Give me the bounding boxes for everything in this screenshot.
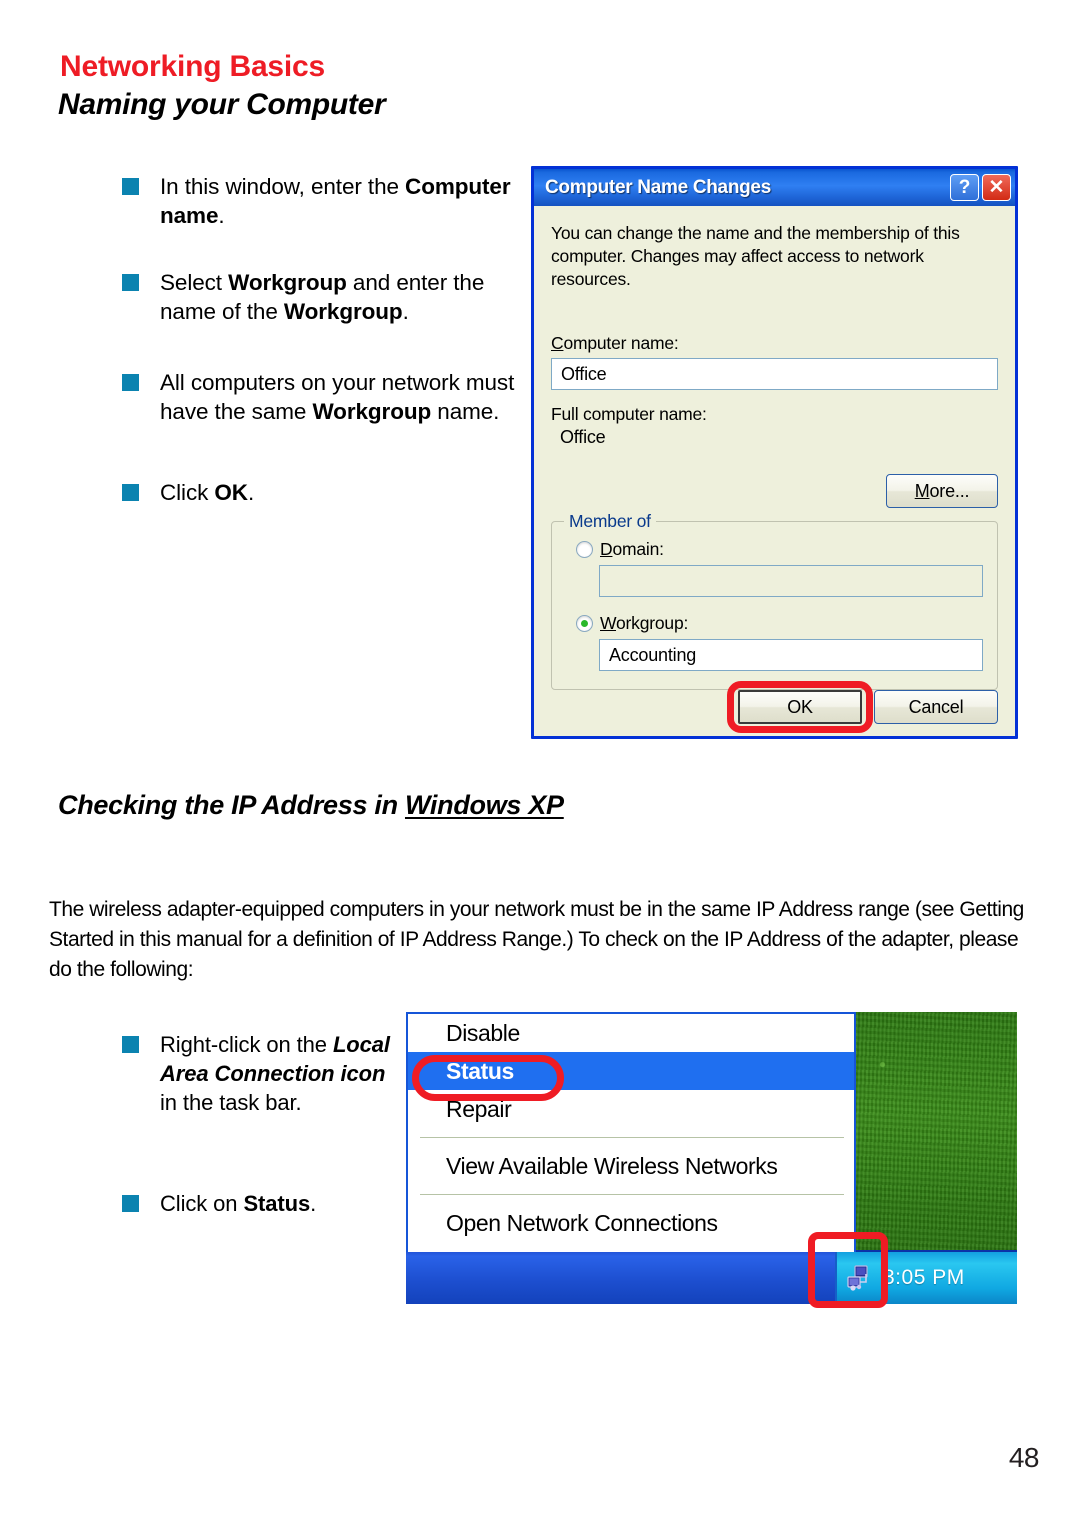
bullet-1-prefix: In this window, enter the (160, 174, 406, 199)
list-item-text: Click OK. (160, 478, 254, 507)
bbullet-1-suffix: in the task bar. (160, 1090, 302, 1115)
section2-paragraph: The wireless adapter-equipped computers … (49, 898, 1024, 981)
workgroup-field-wrap: Accounting (599, 639, 983, 671)
dialog-title: Computer Name Changes (545, 176, 771, 198)
section2-heading: Checking the IP Address in Windows XP (58, 790, 564, 821)
bullet-4-suffix: . (247, 480, 255, 505)
list-item-text: In this window, enter the Computer name. (160, 172, 522, 230)
dialog-body: You can change the name and the membersh… (534, 206, 1015, 736)
bullet-4-bold: OK (214, 480, 248, 505)
menu-item-disable[interactable]: Disable (408, 1014, 854, 1052)
page-number: 48 (1008, 1442, 1040, 1473)
workgroup-radio-row[interactable]: Workgroup: (576, 613, 983, 634)
bullet-square-icon (122, 274, 139, 291)
list-item: Right-click on the Local Area Connection… (122, 1030, 392, 1117)
full-computer-name-value: Office (560, 427, 606, 447)
manual-page: Networking Basics Naming your Computer I… (0, 0, 1080, 1529)
cancel-button[interactable]: Cancel (874, 690, 998, 724)
domain-radio-row[interactable]: Domain: (576, 539, 983, 560)
close-icon[interactable]: ✕ (982, 174, 1011, 201)
section2-heading-plain: Checking the IP Address in (58, 790, 405, 820)
instruction-list-top: In this window, enter the Computer name.… (122, 172, 522, 507)
titlebar-buttons: ? ✕ (950, 174, 1011, 201)
more-button-rest: ore... (929, 480, 970, 501)
list-item-text: Right-click on the Local Area Connection… (160, 1030, 392, 1117)
workgroup-label: Workgroup: (600, 613, 689, 633)
member-of-legend: Member of (564, 511, 656, 532)
bbullet-2-suffix: . (310, 1191, 317, 1216)
list-item-text: Click on Status. (160, 1189, 316, 1218)
computer-name-label: Computer name: (551, 333, 679, 353)
bullet-square-icon (122, 1195, 139, 1212)
bullet-3-bold: Workgroup (312, 399, 432, 424)
list-item: Select Workgroup and enter the name of t… (122, 268, 522, 326)
more-button[interactable]: More... (886, 474, 998, 508)
list-item-text: Select Workgroup and enter the name of t… (160, 268, 522, 326)
bullet-2-suffix: . (402, 299, 409, 324)
workgroup-label-rest: orkgroup: (616, 613, 689, 633)
domain-label-rest: omain: (612, 539, 664, 559)
bullet-square-icon (122, 178, 139, 195)
domain-label: Domain: (600, 539, 664, 559)
bullet-4-prefix: Click (160, 480, 215, 505)
section2-heading-underlined: Windows XP (404, 790, 564, 820)
bullet-square-icon (122, 374, 139, 391)
bbullet-2-bold: Status (243, 1191, 311, 1216)
bullet-1-suffix: . (218, 203, 225, 228)
menu-separator (420, 1137, 844, 1138)
bullet-2-prefix: Select (160, 270, 229, 295)
more-button-row: More... (551, 474, 998, 508)
bullet-3-suffix: name. (431, 399, 500, 424)
list-item: Click OK. (122, 478, 522, 507)
bbullet-1-prefix: Right-click on the (160, 1032, 333, 1057)
section-title: Networking Basics (60, 50, 326, 83)
domain-radio-button[interactable] (576, 541, 593, 558)
workgroup-input[interactable]: Accounting (599, 639, 983, 671)
list-item: In this window, enter the Computer name. (122, 172, 522, 230)
domain-input[interactable] (599, 565, 983, 597)
windows-taskbar: 3:05 PM (406, 1250, 1017, 1304)
bullet-square-icon (122, 1036, 139, 1053)
list-item: Click on Status. (122, 1189, 392, 1218)
dialog-description: You can change the name and the membersh… (551, 223, 960, 289)
computer-name-input[interactable]: Office (551, 358, 998, 390)
ok-button[interactable]: OK (738, 690, 862, 724)
bullet-2-bold: Workgroup (228, 270, 347, 295)
menu-item-view-available-wireless-networks[interactable]: View Available Wireless Networks (408, 1147, 854, 1185)
tray-icon-highlight-annotation (808, 1232, 888, 1308)
list-item-text: All computers on your network must have … (160, 368, 522, 426)
network-context-menu: Disable Status Repair View Available Wir… (406, 1012, 856, 1252)
status-highlight-annotation (412, 1055, 564, 1101)
computer-name-changes-dialog: Computer Name Changes ? ✕ You can change… (531, 166, 1018, 739)
list-item: All computers on your network must have … (122, 368, 522, 426)
page-title: Naming your Computer (58, 88, 386, 121)
full-computer-name-label: Full computer name: (551, 404, 707, 424)
dialog-titlebar: Computer Name Changes ? ✕ (534, 169, 1015, 206)
help-icon[interactable]: ? (950, 174, 979, 201)
taskbar-clock[interactable]: 3:05 PM (883, 1266, 965, 1290)
bullet-2-bold2: Workgroup (283, 299, 403, 324)
computer-name-label-rest: omputer name: (563, 333, 679, 353)
bullet-square-icon (122, 484, 139, 501)
dialog-button-row: OK Cancel (551, 681, 998, 733)
domain-field-wrap (599, 565, 983, 597)
menu-item-open-network-connections[interactable]: Open Network Connections (408, 1204, 854, 1242)
bbullet-2-prefix: Click on (160, 1191, 244, 1216)
workgroup-radio-button[interactable] (576, 615, 593, 632)
instruction-list-bottom: Right-click on the Local Area Connection… (122, 1030, 392, 1218)
member-of-groupbox: Member of Domain: Workgroup: Accounting (551, 511, 998, 690)
menu-separator (420, 1194, 844, 1195)
ok-button-wrap: OK (727, 681, 873, 733)
